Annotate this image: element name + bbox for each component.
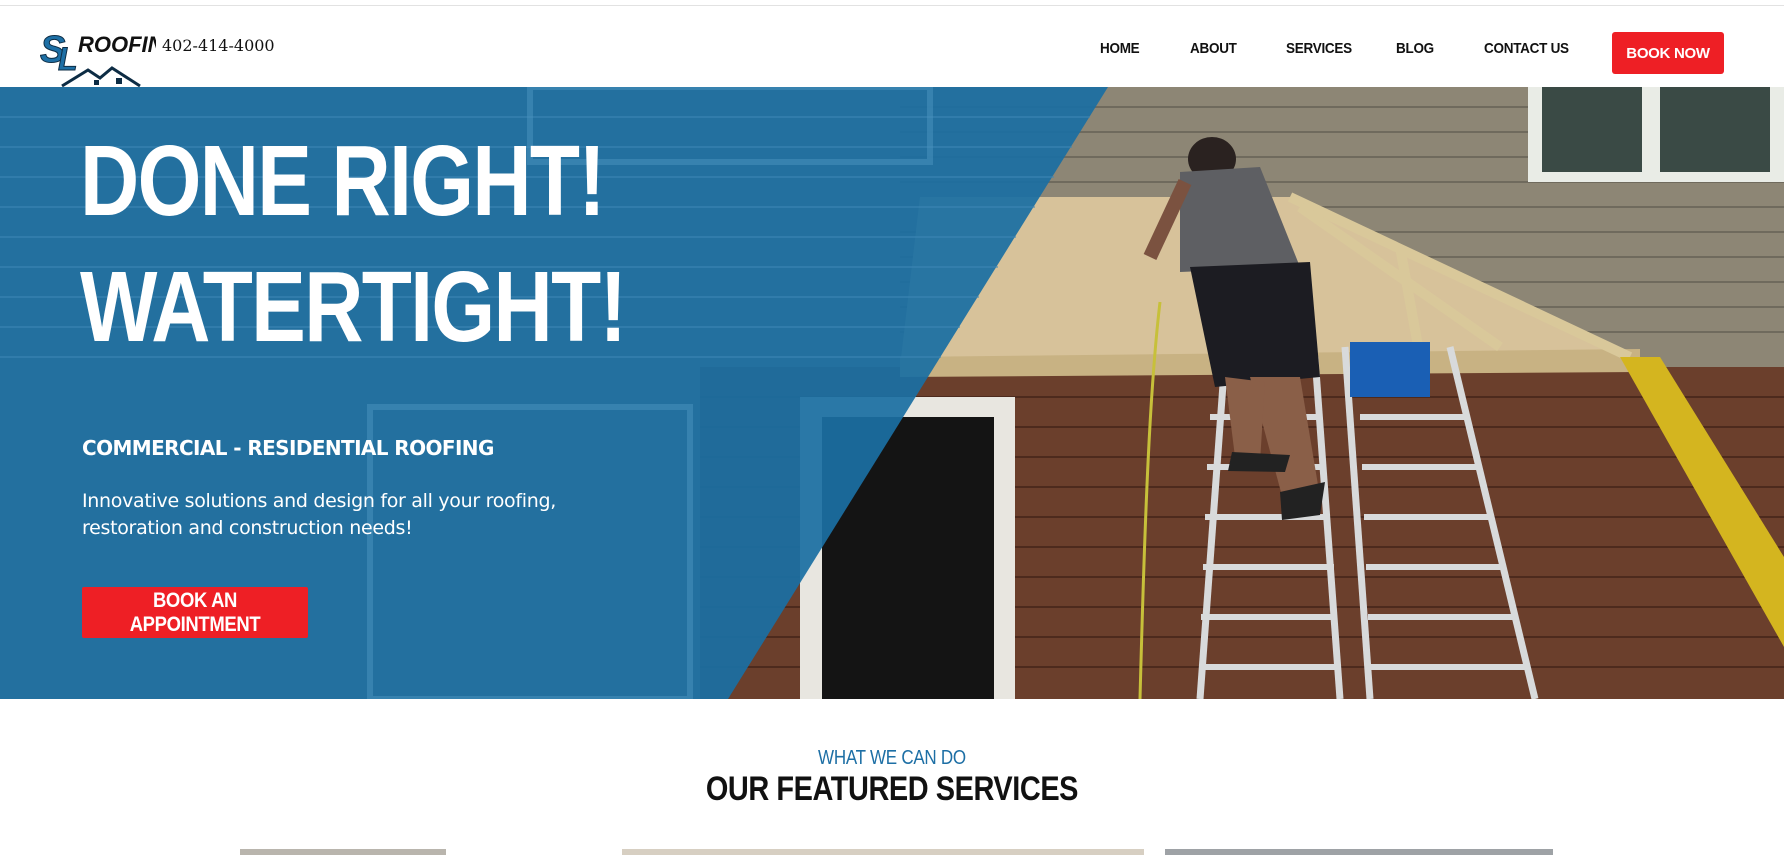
nav-blog[interactable]: BLOG [1396,40,1434,57]
service-card-image-1[interactable] [240,849,446,855]
nav-services[interactable]: SERVICES [1286,40,1352,57]
hero-subheading: COMMERCIAL - RESIDENTIAL ROOFING [82,436,494,460]
hero-headline-line1: DONE RIGHT! [80,125,606,237]
hero-headline-line2: WATERTIGHT! [80,251,627,363]
services-kicker: WHAT WE CAN DO [0,747,1784,770]
services-kicker-text: WHAT WE CAN DO [818,747,966,769]
svg-text:L: L [58,41,78,77]
book-appointment-label: BOOK AN APPOINTMENT [129,588,261,636]
site-header: S L ROOFING 402-414-4000 HOME ABOUT SERV… [0,6,1784,88]
logo[interactable]: S L ROOFING [40,20,156,88]
nav-about[interactable]: ABOUT [1190,40,1237,57]
book-now-button[interactable]: BOOK NOW [1612,32,1724,74]
hero-section: DONE RIGHT! WATERTIGHT! COMMERCIAL - RES… [0,87,1784,699]
book-appointment-button[interactable]: BOOK AN APPOINTMENT [82,587,308,638]
phone-number[interactable]: 402-414-4000 [162,36,275,55]
hero-description: Innovative solutions and design for all … [82,490,556,539]
svg-text:ROOFING: ROOFING [78,32,156,57]
nav-home[interactable]: HOME [1100,40,1140,57]
nav-contact-us[interactable]: CONTACT US [1484,40,1569,57]
services-title-text: OUR FEATURED SERVICES [705,770,1079,808]
services-title: OUR FEATURED SERVICES [0,770,1784,809]
service-card-image-3[interactable] [1165,849,1553,855]
service-card-image-2[interactable] [622,849,1144,855]
